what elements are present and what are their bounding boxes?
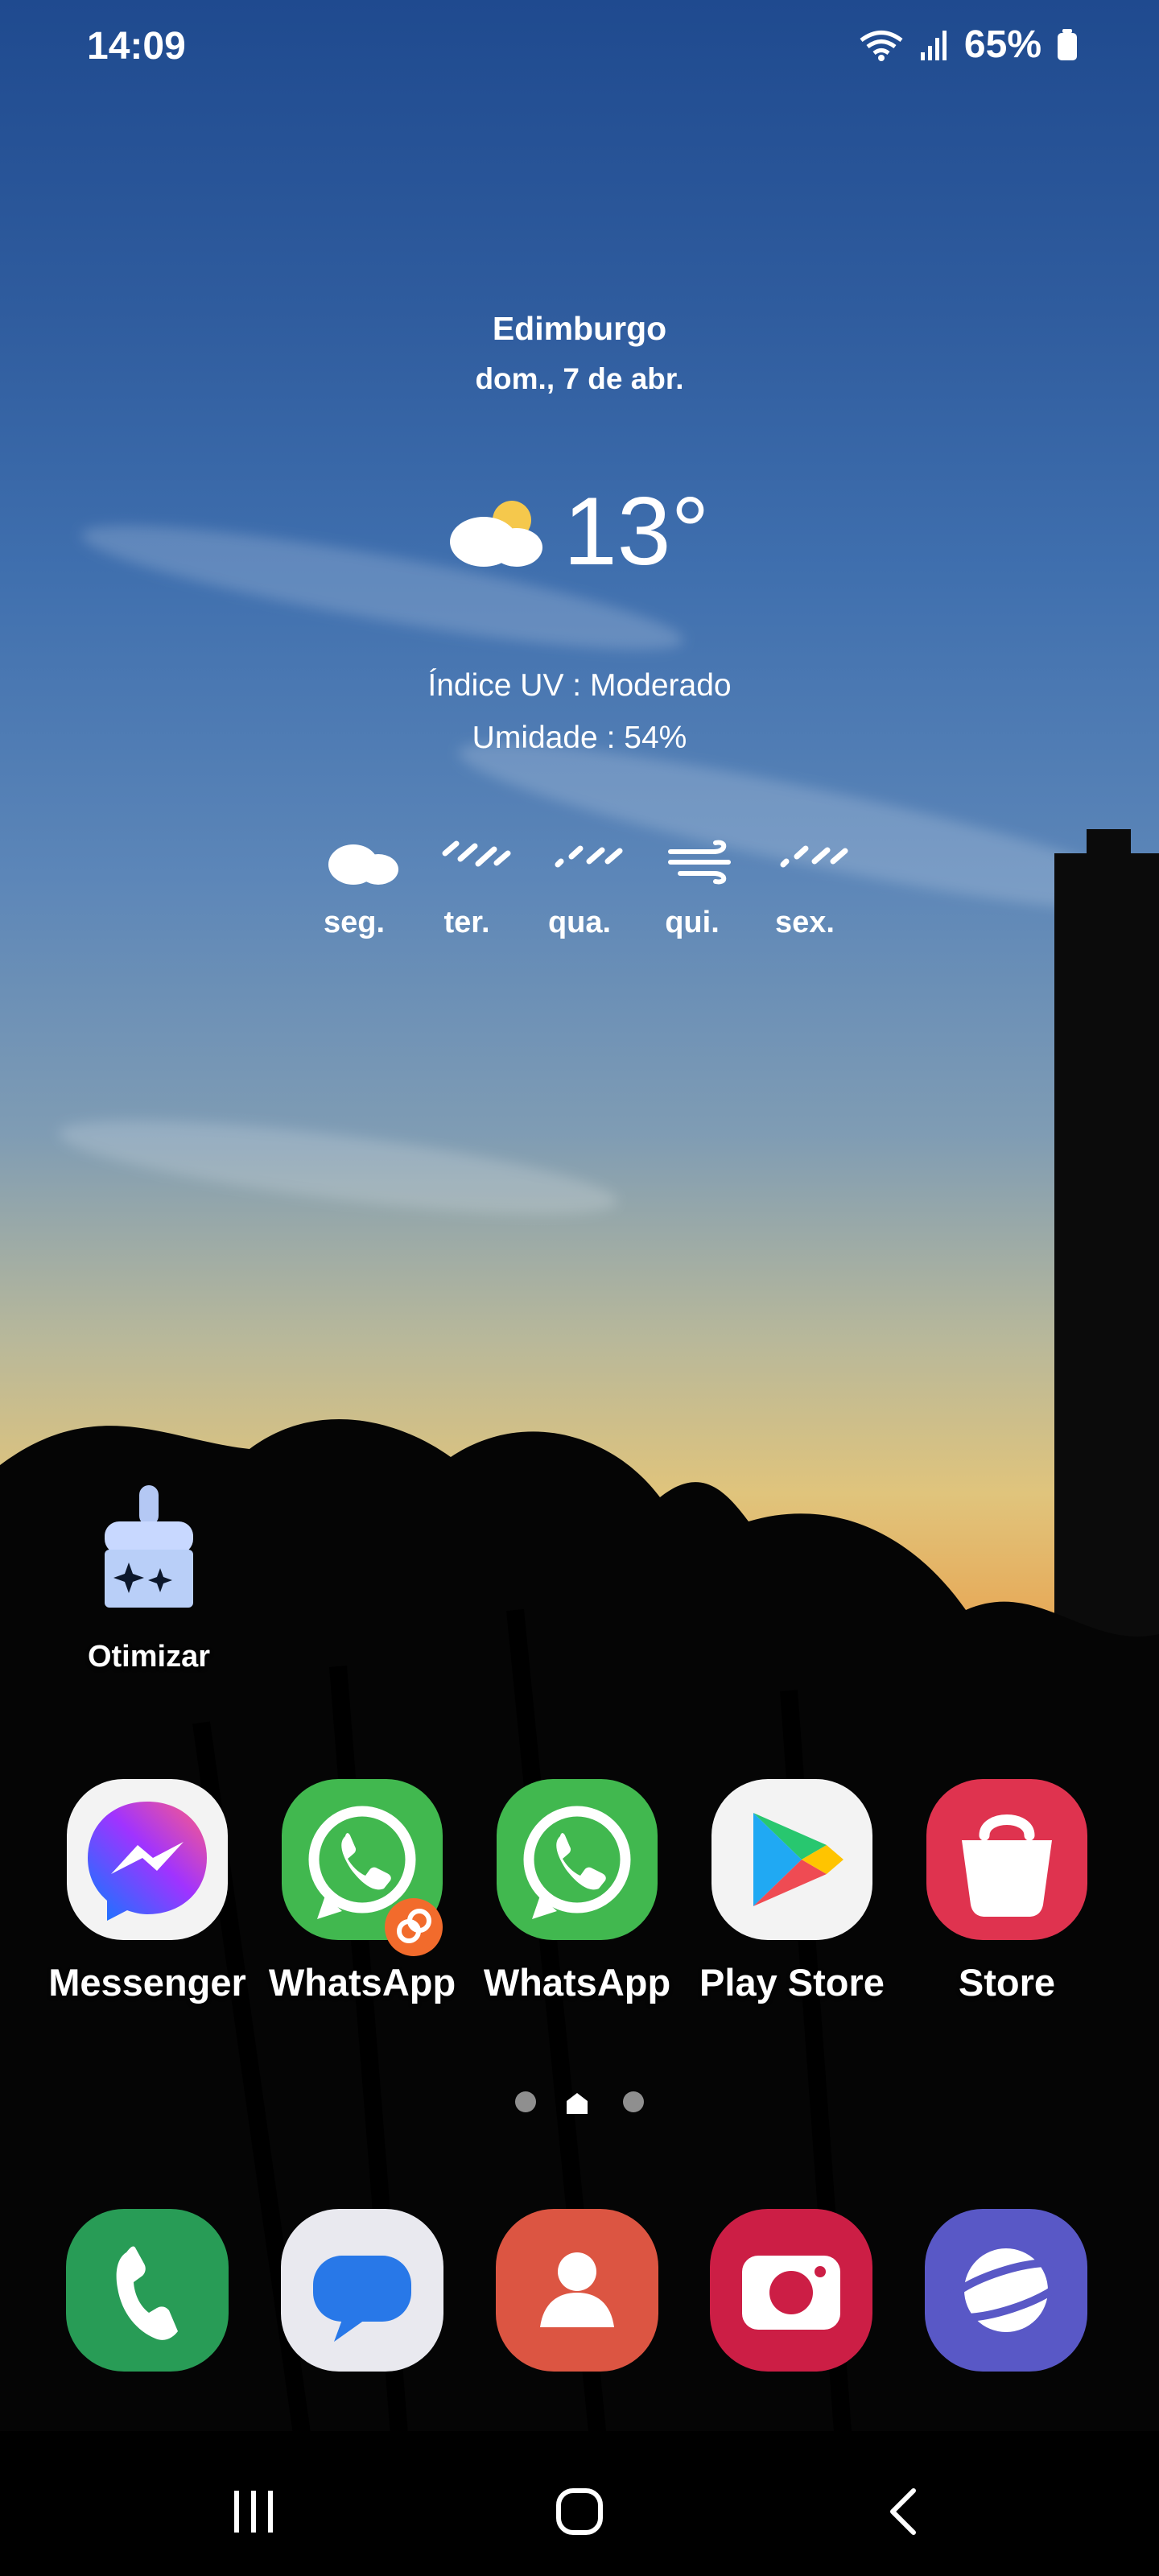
building-silhouette (1087, 829, 1131, 902)
back-icon[interactable] (881, 2487, 930, 2536)
weather-city: Edimburgo (492, 310, 667, 347)
clock: 14:09 (87, 25, 186, 68)
forecast-day-label: qua. (547, 906, 612, 939)
app-label-play-store: Play Store (699, 1961, 885, 2004)
navigation-bar (0, 2431, 1159, 2576)
app-label-messenger: Messenger (48, 1961, 246, 2004)
page-dot[interactable] (623, 2091, 644, 2112)
status-bar: 14:09 65% (0, 0, 1159, 97)
forecast-day-label: seg. (323, 906, 386, 939)
app-label-store: Store (958, 1961, 1056, 2004)
forecast-day-label: qui. (665, 906, 720, 939)
home-icon[interactable] (565, 2091, 589, 2114)
dual-messenger-icon (385, 1898, 443, 1956)
temperature: 13° (563, 477, 710, 585)
wind-icon (668, 840, 731, 885)
page-dot[interactable] (515, 2091, 536, 2112)
messages-icon[interactable] (281, 2209, 443, 2372)
forecast-day-label: sex. (775, 906, 835, 939)
play-store-icon (711, 1779, 872, 1940)
broom-sparkle-icon (105, 1485, 193, 1608)
uv-index: Índice UV : Moderado (427, 668, 732, 703)
humidity: Umidade : 54% (472, 720, 687, 755)
app-label-whatsapp: WhatsApp (483, 1961, 671, 2004)
contacts-icon[interactable] (496, 2209, 658, 2372)
messenger-icon (67, 1779, 228, 1940)
cloud-streak (54, 1100, 622, 1234)
browser-icon[interactable] (925, 2209, 1087, 2372)
rain-icon (780, 845, 848, 868)
weather-forecast[interactable]: seg. ter. qua. qui. sex. (306, 829, 869, 942)
weather-date: dom., 7 de abr. (475, 362, 684, 395)
home-button-icon[interactable] (555, 2487, 604, 2536)
battery-percent: 65% (963, 23, 1041, 66)
current-weather[interactable]: 13° (443, 483, 724, 580)
partly-cloudy-icon (450, 501, 542, 567)
status-icons: 65% (858, 23, 1079, 67)
optimize-label: Otimizar (87, 1640, 211, 1674)
weather-widget[interactable]: Edimburgo dom., 7 de abr. (0, 310, 1159, 396)
battery-icon (1058, 28, 1077, 60)
optimize-shortcut[interactable]: Otimizar (72, 1485, 225, 1674)
whatsapp-icon (497, 1779, 658, 1940)
camera-icon[interactable] (710, 2209, 872, 2372)
forecast-day-label: ter. (443, 906, 490, 939)
rain-icon (442, 840, 511, 867)
phone-icon[interactable] (66, 2209, 229, 2372)
shopping-bag-icon (926, 1779, 1087, 1940)
rain-icon (555, 845, 623, 868)
cloud-icon (328, 844, 398, 885)
signal-icon (920, 30, 947, 60)
recent-apps-icon[interactable] (229, 2487, 278, 2536)
app-label-whatsapp-clone: WhatsApp (268, 1961, 456, 2004)
wifi-icon (860, 30, 903, 61)
